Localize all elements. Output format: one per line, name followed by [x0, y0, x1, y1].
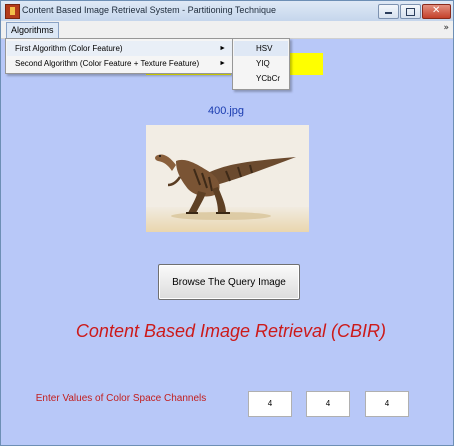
close-button[interactable]: ✕ [422, 4, 451, 19]
menu-item-label: Second Algorithm (Color Feature + Textur… [15, 59, 200, 68]
color-channels-label: Enter Values of Color Space Channels [11, 389, 231, 414]
minimize-button[interactable] [378, 4, 399, 19]
maximize-button[interactable] [400, 4, 421, 19]
title-bar[interactable]: Content Based Image Retrieval System - P… [1, 1, 453, 22]
page-heading: Content Based Image Retrieval (CBIR) [75, 321, 387, 341]
close-icon: ✕ [432, 5, 441, 16]
matlab-app-icon [5, 4, 20, 19]
channel-1-input[interactable] [248, 391, 292, 417]
menu-bar: Algorithms » [1, 21, 453, 39]
channel-3-input[interactable] [365, 391, 409, 417]
menu-item-label: HSV [256, 44, 273, 53]
submenu-arrow-icon: ► [219, 45, 226, 52]
menu-item-yiq[interactable]: YIQ [234, 56, 288, 71]
menu-item-label: First Algorithm (Color Feature) [15, 44, 123, 53]
minimize-icon [385, 12, 392, 14]
menubar-overflow-icon[interactable]: » [443, 23, 449, 33]
window-title: Content Based Image Retrieval System - P… [22, 5, 276, 15]
menu-item-ycbcr[interactable]: YCbCr [234, 71, 288, 86]
channel-2-input[interactable] [306, 391, 350, 417]
algorithms-dropdown: First Algorithm (Color Feature) ► Second… [5, 38, 235, 74]
menu-item-label: YCbCr [256, 74, 281, 83]
query-image-filename: 400.jpg [207, 105, 245, 117]
menu-item-hsv[interactable]: HSV [234, 41, 288, 56]
dinosaur-image [146, 125, 309, 232]
menu-item-second-algorithm[interactable]: Second Algorithm (Color Feature + Textur… [7, 56, 233, 71]
menu-item-first-algorithm[interactable]: First Algorithm (Color Feature) ► [7, 41, 233, 56]
maximize-icon [406, 8, 415, 16]
menu-item-label: YIQ [256, 59, 270, 68]
submenu-arrow-icon: ► [219, 60, 226, 67]
query-image [146, 125, 309, 232]
browse-query-image-button[interactable]: Browse The Query Image [158, 264, 300, 300]
menu-algorithms[interactable]: Algorithms [6, 22, 59, 39]
color-space-submenu: HSV YIQ YCbCr [232, 38, 290, 90]
